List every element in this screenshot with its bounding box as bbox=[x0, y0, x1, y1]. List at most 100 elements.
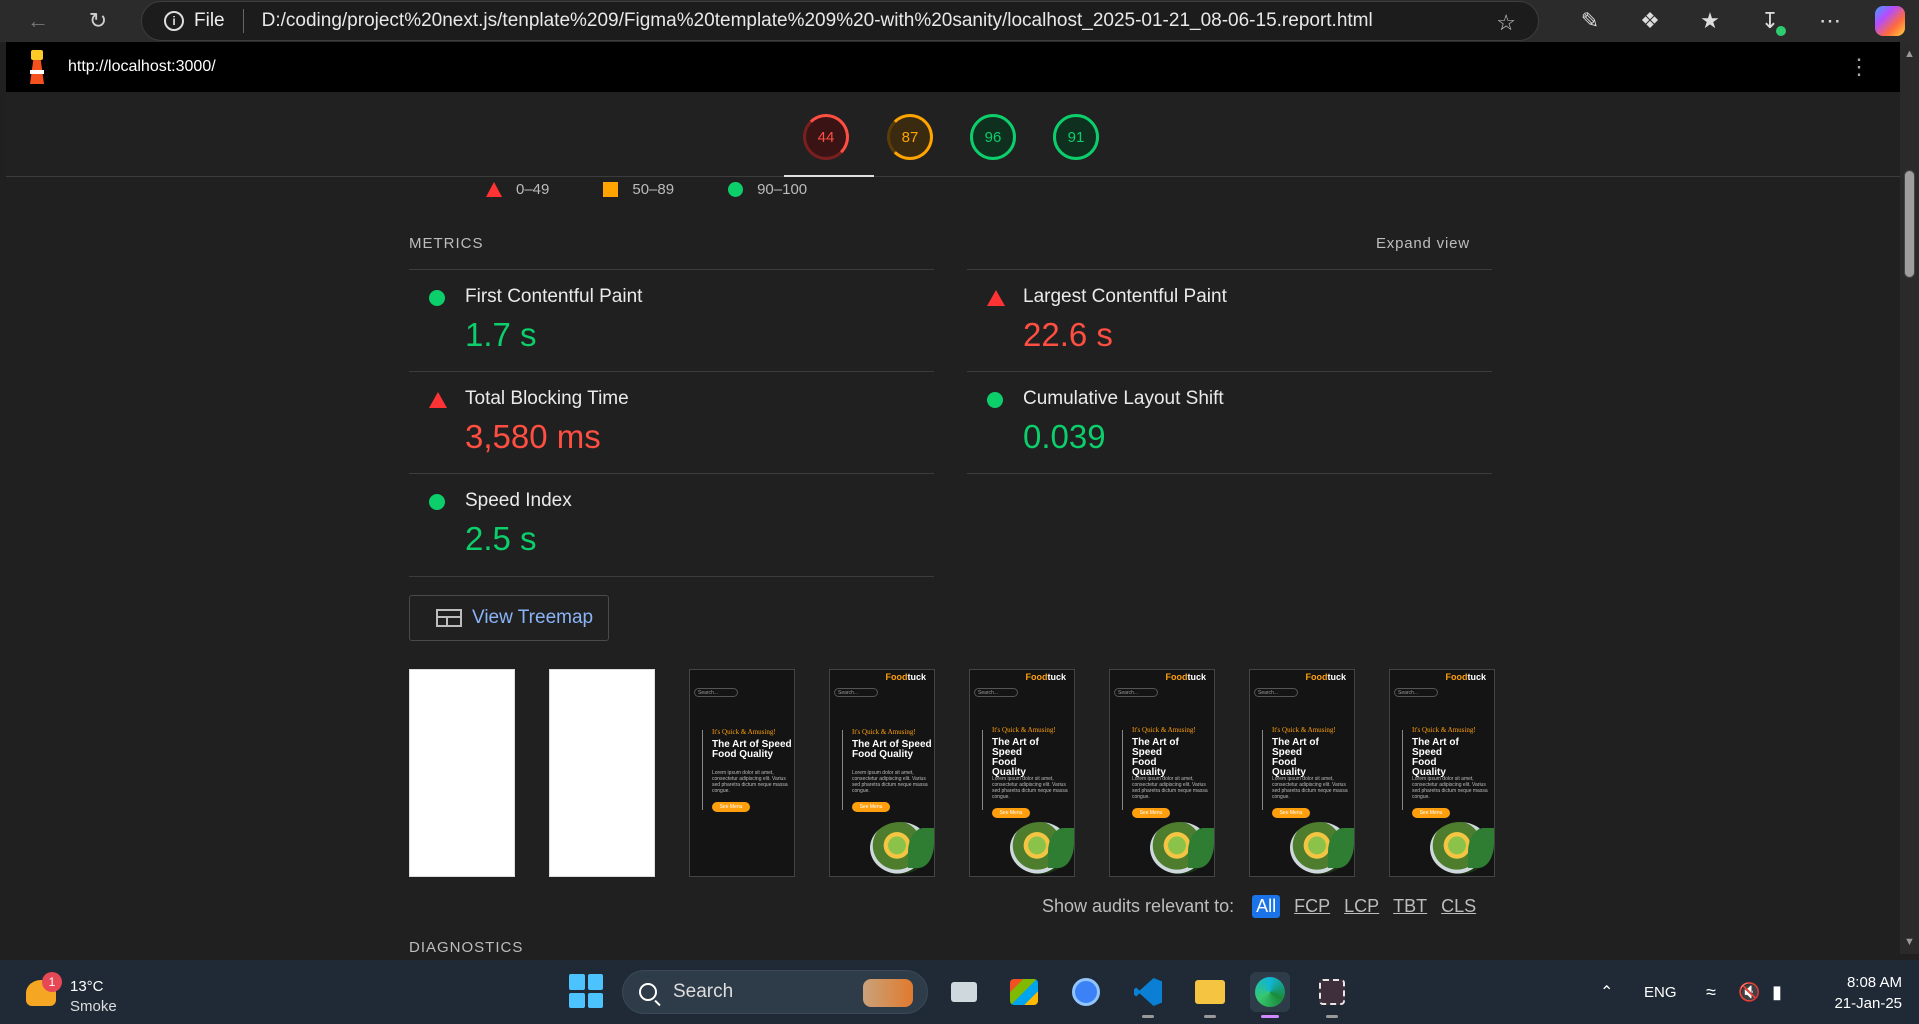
filter-chip-tbt[interactable]: TBT bbox=[1393, 896, 1427, 917]
score-header: 44 87 96 91 bbox=[6, 92, 1900, 178]
thumb-brand-prefix: Food bbox=[1445, 672, 1468, 682]
scrollbar-thumb[interactable] bbox=[1904, 170, 1915, 278]
eyedropper-icon[interactable]: ✎ bbox=[1560, 0, 1620, 42]
thumb-headline: The Art of Speed Food Quality bbox=[852, 739, 932, 760]
thumb-brand-suffix: tuck bbox=[1047, 672, 1066, 682]
score-gauge-accessibility[interactable]: 87 bbox=[887, 114, 933, 160]
leaf-image bbox=[908, 828, 934, 868]
sync-app-icon[interactable] bbox=[1066, 972, 1106, 1012]
metric-value: 1.7 s bbox=[465, 316, 537, 353]
thumb-brand-prefix: Food bbox=[1025, 672, 1048, 682]
metric-cls: Cumulative Layout Shift 0.039 bbox=[967, 371, 1492, 473]
report-main: 0–49 50–89 90–100 METRICS Expand view Fi… bbox=[6, 177, 1900, 954]
filter-chip-fcp[interactable]: FCP bbox=[1294, 896, 1330, 917]
thumb-headline: The Art of Speed Food Quality bbox=[1412, 737, 1459, 778]
language-indicator[interactable]: ENG bbox=[1644, 960, 1677, 1024]
file-explorer-icon[interactable] bbox=[1190, 972, 1230, 1018]
metric-lcp: Largest Contentful Paint 22.6 s bbox=[967, 269, 1492, 371]
expand-view-toggle[interactable]: Expand view bbox=[1376, 235, 1470, 252]
more-menu-icon[interactable]: ⋯ bbox=[1800, 0, 1860, 42]
filmstrip-frame: Foodtuck Search... It's Quick & Amusing!… bbox=[1249, 669, 1355, 877]
wifi-icon[interactable]: ≈ bbox=[1706, 960, 1716, 1024]
pass-circle-icon bbox=[987, 392, 1003, 408]
copilot-icon[interactable] bbox=[1860, 0, 1919, 42]
metric-value: 22.6 s bbox=[1023, 316, 1113, 353]
thumb-headline: The Art of Speed Food Quality bbox=[712, 739, 792, 760]
back-arrow-icon[interactable]: ← bbox=[18, 1, 58, 41]
microsoft-store-icon[interactable] bbox=[1004, 972, 1044, 1012]
snipping-tool-icon[interactable] bbox=[1312, 972, 1352, 1018]
thumb-brand-suffix: tuck bbox=[907, 672, 926, 682]
filter-chip-all[interactable]: All bbox=[1252, 895, 1281, 918]
thumb-tagline: It's Quick & Amusing! bbox=[712, 728, 776, 736]
info-icon[interactable]: i bbox=[164, 11, 184, 31]
thumb-body: Lorem ipsum dolor sit amet, consectetur … bbox=[1412, 776, 1488, 800]
treemap-icon bbox=[436, 609, 462, 627]
task-view-icon[interactable] bbox=[944, 972, 984, 1012]
favorite-star-icon[interactable]: ☆ bbox=[1496, 10, 1516, 36]
weather-temperature: 13°C bbox=[70, 978, 104, 995]
thumb-tagline: It's Quick & Amusing! bbox=[992, 726, 1056, 734]
downloads-icon[interactable]: ↧ bbox=[1740, 0, 1800, 42]
metric-fcp: First Contentful Paint 1.7 s bbox=[409, 269, 934, 371]
filmstrip-frame: Search... It's Quick & Amusing! The Art … bbox=[689, 669, 795, 877]
start-windows-icon[interactable] bbox=[569, 974, 603, 1008]
filmstrip-frame: Foodtuck Search... It's Quick & Amusing!… bbox=[829, 669, 935, 877]
thumb-menu-button: See Menu bbox=[852, 802, 890, 812]
metric-value: 2.5 s bbox=[465, 520, 537, 557]
metric-si: Speed Index 2.5 s bbox=[409, 473, 934, 575]
scroll-up-icon[interactable]: ▲ bbox=[1904, 48, 1915, 60]
page-scrollbar[interactable]: ▲ ▼ bbox=[1900, 42, 1919, 954]
score-gauge-performance[interactable]: 44 bbox=[803, 114, 849, 160]
thumb-brand-prefix: Food bbox=[1165, 672, 1188, 682]
battery-icon[interactable]: ▮ bbox=[1772, 960, 1782, 1024]
thumb-search: Search... bbox=[974, 688, 1018, 697]
volume-muted-icon[interactable]: 🔇 bbox=[1738, 960, 1760, 1024]
thumb-body: Lorem ipsum dolor sit amet, consectetur … bbox=[1132, 776, 1208, 800]
fail-triangle-icon bbox=[987, 290, 1005, 306]
leaf-image bbox=[1468, 828, 1494, 868]
report-page-url[interactable]: http://localhost:3000/ bbox=[68, 58, 216, 76]
address-bar[interactable]: i File D:/coding/project%20next.js/tenpl… bbox=[141, 1, 1539, 41]
taskbar-search[interactable]: Search bbox=[622, 970, 928, 1014]
view-treemap-button[interactable]: View Treemap bbox=[409, 595, 609, 641]
thumb-menu-button: See Menu bbox=[992, 808, 1030, 818]
score-gauge-seo[interactable]: 91 bbox=[1053, 114, 1099, 160]
show-hidden-icons-chevron-icon[interactable]: ⌃ bbox=[1600, 960, 1613, 1024]
legend-pass: 90–100 bbox=[757, 181, 808, 198]
extensions-puzzle-icon[interactable]: ❖ bbox=[1620, 0, 1680, 42]
reload-icon[interactable]: ↻ bbox=[78, 1, 118, 41]
metric-value: 3,580 ms bbox=[465, 418, 601, 455]
pass-circle-icon bbox=[728, 182, 744, 197]
audit-filter-label: Show audits relevant to: bbox=[1042, 896, 1235, 916]
vscode-icon[interactable] bbox=[1128, 972, 1168, 1018]
download-complete-badge bbox=[1776, 26, 1786, 36]
thumb-menu-button: See Menu bbox=[1132, 808, 1170, 818]
clock-date: 21-Jan-25 bbox=[1834, 995, 1902, 1012]
address-url[interactable]: D:/coding/project%20next.js/tenplate%209… bbox=[262, 10, 1373, 32]
leaf-image bbox=[1188, 828, 1214, 868]
report-menu-icon[interactable]: ⋮ bbox=[1848, 54, 1870, 80]
thumb-search: Search... bbox=[834, 688, 878, 697]
scroll-down-icon[interactable]: ▼ bbox=[1904, 936, 1915, 948]
legend-average: 50–89 bbox=[632, 181, 675, 198]
filmstrip-frame: Foodtuck Search... It's Quick & Amusing!… bbox=[1109, 669, 1215, 877]
lighthouse-logo-icon bbox=[22, 50, 52, 84]
edge-browser-icon[interactable] bbox=[1250, 972, 1290, 1018]
fail-triangle-icon bbox=[486, 182, 502, 197]
metric-name: Total Blocking Time bbox=[465, 388, 629, 409]
thumb-search: Search... bbox=[1394, 688, 1438, 697]
favorites-icon[interactable]: ★ bbox=[1680, 0, 1740, 42]
thumb-search: Search... bbox=[1114, 688, 1158, 697]
filmstrip-frame bbox=[549, 669, 655, 877]
score-gauge-best-practices[interactable]: 96 bbox=[970, 114, 1016, 160]
thumb-body: Lorem ipsum dolor sit amet, consectetur … bbox=[852, 770, 928, 794]
filter-chip-lcp[interactable]: LCP bbox=[1344, 896, 1379, 917]
system-clock[interactable]: 8:08 AM 21-Jan-25 bbox=[1812, 972, 1902, 1014]
report-topbar: http://localhost:3000/ ⋮ bbox=[6, 42, 1900, 92]
weather-widget[interactable]: 1 13°C Smoke bbox=[22, 968, 132, 1016]
thumb-tagline: It's Quick & Amusing! bbox=[852, 728, 916, 736]
filter-chip-cls[interactable]: CLS bbox=[1441, 896, 1476, 917]
thumb-headline: The Art of Speed Food Quality bbox=[1132, 737, 1179, 778]
legend-fail: 0–49 bbox=[516, 181, 550, 198]
